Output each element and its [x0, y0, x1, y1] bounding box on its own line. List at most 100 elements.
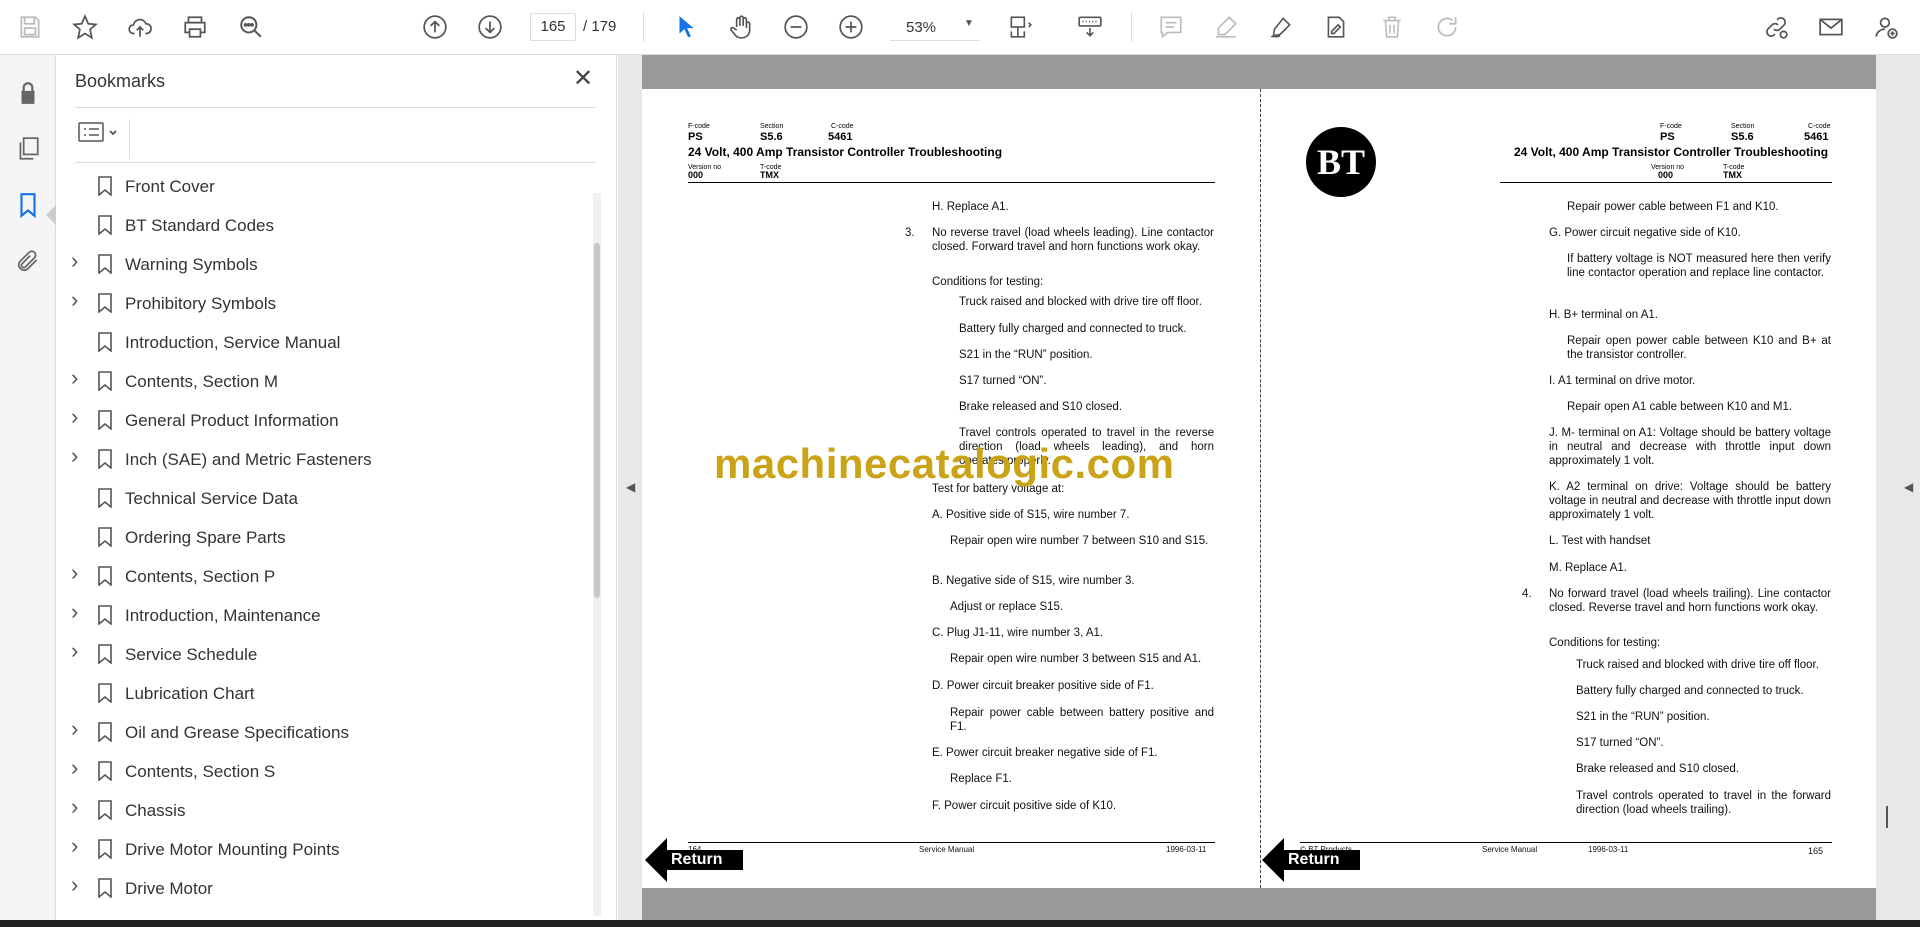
chevron-right-icon[interactable]: › [71, 250, 85, 272]
bookmark-flag-icon [97, 878, 113, 899]
chevron-right-icon[interactable]: › [71, 640, 85, 662]
chevron-right-icon[interactable]: › [71, 718, 85, 740]
bookmark-item[interactable]: BT Standard Codes [57, 206, 587, 245]
bookmark-flag-icon [97, 722, 113, 743]
bookmarks-icon[interactable] [12, 189, 44, 221]
bookmark-item[interactable]: Lubrication Chart [57, 674, 587, 713]
bookmark-label: Warning Symbols [125, 254, 258, 274]
bookmark-flag-icon [97, 410, 113, 431]
bookmark-label: Ordering Spare Parts [125, 527, 286, 547]
chevron-right-icon[interactable]: › [71, 289, 85, 311]
manual-text-line: Repair power cable between F1 and K10. [1567, 201, 1779, 213]
zoom-select[interactable]: 53% ▼ [890, 13, 980, 41]
draw-pen-icon[interactable] [1263, 9, 1299, 45]
bookmark-item[interactable]: › Contents, Section P [57, 557, 587, 596]
upload-cloud-icon[interactable] [122, 9, 158, 45]
return-button[interactable]: Return [1262, 838, 1362, 882]
previous-page-icon[interactable] [417, 9, 453, 45]
redo-icon[interactable] [1429, 9, 1465, 45]
next-page-icon[interactable] [472, 9, 508, 45]
header-rule [688, 182, 1215, 183]
print-icon[interactable] [177, 9, 213, 45]
document-scroll-marker[interactable] [1886, 806, 1888, 828]
page-gutter-bottom [642, 888, 1876, 920]
bookmark-item[interactable]: › Contents, Section M [57, 362, 587, 401]
bookmark-item[interactable]: › General Product Information [57, 401, 587, 440]
version-value: 000 [1658, 170, 1674, 180]
watermark: machinecatalogic.com [714, 440, 1175, 487]
bookmark-flag-icon [97, 644, 113, 665]
chevron-right-icon[interactable]: › [71, 562, 85, 584]
close-icon[interactable]: ✕ [571, 67, 595, 91]
bookmark-item[interactable]: Ordering Spare Parts [57, 518, 587, 557]
fcode-label: F-code [1660, 123, 1682, 130]
manual-text-line: C. Plug J1-11, wire number 3, A1. [932, 627, 1104, 639]
bookmark-item[interactable]: › Service Schedule [57, 635, 587, 674]
share-link-icon[interactable] [1758, 9, 1794, 45]
manual-text-line: D. Power circuit breaker positive side o… [932, 680, 1154, 692]
star-icon[interactable] [67, 9, 103, 45]
delete-icon[interactable] [1374, 9, 1410, 45]
bookmark-item[interactable]: › Warning Symbols [57, 245, 587, 284]
bookmark-item[interactable]: › Contents, Section S [57, 752, 587, 791]
list-options-icon [78, 122, 117, 142]
bookmark-item[interactable]: › Inch (SAE) and Metric Fasteners [57, 440, 587, 479]
chevron-right-icon[interactable]: › [71, 835, 85, 857]
panel-divider [75, 107, 596, 108]
manual-text-line: Repair open wire number 3 between S15 an… [950, 653, 1202, 665]
manual-text-line: H. Replace A1. [932, 201, 1009, 213]
bookmark-item[interactable]: › Oil and Grease Specifications [57, 713, 587, 752]
keyboard-scroll-icon[interactable] [1072, 9, 1108, 45]
page-gutter-top [642, 55, 1876, 89]
scrollbar-thumb[interactable] [594, 243, 600, 598]
chevron-right-icon[interactable]: › [71, 367, 85, 389]
save-icon[interactable] [12, 9, 48, 45]
header-rule [1500, 182, 1832, 183]
user-account-icon[interactable] [1868, 9, 1904, 45]
highlight-icon[interactable] [1208, 9, 1244, 45]
bookmark-label: BT Standard Codes [125, 215, 274, 235]
find-zoom-icon[interactable] [233, 9, 269, 45]
manual-text-line: Adjust or replace S15. [950, 601, 1064, 613]
collapse-left-icon[interactable]: ◀ [626, 480, 635, 494]
collapse-right-icon[interactable]: ◀ [1904, 480, 1913, 494]
bookmark-item[interactable]: › Introduction, Maintenance [57, 596, 587, 635]
bookmark-label: Drive Motor Mounting Points [125, 839, 340, 859]
bookmark-item[interactable]: Front Cover [57, 167, 587, 206]
comment-icon[interactable] [1153, 9, 1189, 45]
lock-icon[interactable] [12, 77, 44, 109]
manual-text-line: F. Power circuit positive side of K10. [932, 800, 1117, 812]
chevron-right-icon[interactable]: › [71, 445, 85, 467]
page-number-input[interactable]: 165 [530, 13, 576, 41]
chevron-right-icon[interactable]: › [71, 874, 85, 896]
bookmark-flag-icon [97, 566, 113, 587]
attachments-icon[interactable] [12, 245, 44, 277]
return-button[interactable]: Return [645, 838, 745, 882]
bookmark-label: Contents, Section M [125, 371, 279, 391]
bookmark-item[interactable]: › Prohibitory Symbols [57, 284, 587, 323]
page-thumbnails-icon[interactable] [12, 133, 44, 165]
email-icon[interactable] [1813, 9, 1849, 45]
page-fit-icon[interactable] [1002, 9, 1038, 45]
chevron-right-icon[interactable]: › [71, 796, 85, 818]
chevron-right-icon[interactable]: › [71, 757, 85, 779]
chevron-right-icon[interactable]: › [71, 601, 85, 623]
bookmark-options-menu[interactable] [77, 119, 127, 145]
navigation-rail [0, 55, 56, 920]
manual-text-line: S17 turned “ON”. [959, 375, 1047, 387]
bookmark-item[interactable]: › Drive Motor [57, 869, 587, 908]
bookmark-item[interactable]: › Drive Motor Mounting Points [57, 830, 587, 869]
edit-document-icon[interactable] [1318, 9, 1354, 45]
footer-rule [688, 842, 1215, 843]
bookmark-flag-icon [97, 527, 113, 548]
panel-divider [129, 119, 130, 159]
chevron-right-icon[interactable]: › [71, 406, 85, 428]
zoom-out-icon[interactable] [778, 9, 814, 45]
panel-scrollbar[interactable] [593, 193, 601, 916]
bookmark-item[interactable]: Technical Service Data [57, 479, 587, 518]
zoom-in-icon[interactable] [833, 9, 869, 45]
hand-tool-icon[interactable] [723, 9, 759, 45]
bookmark-item[interactable]: Introduction, Service Manual [57, 323, 587, 362]
bookmark-item[interactable]: › Chassis [57, 791, 587, 830]
select-cursor-icon[interactable] [668, 9, 704, 45]
